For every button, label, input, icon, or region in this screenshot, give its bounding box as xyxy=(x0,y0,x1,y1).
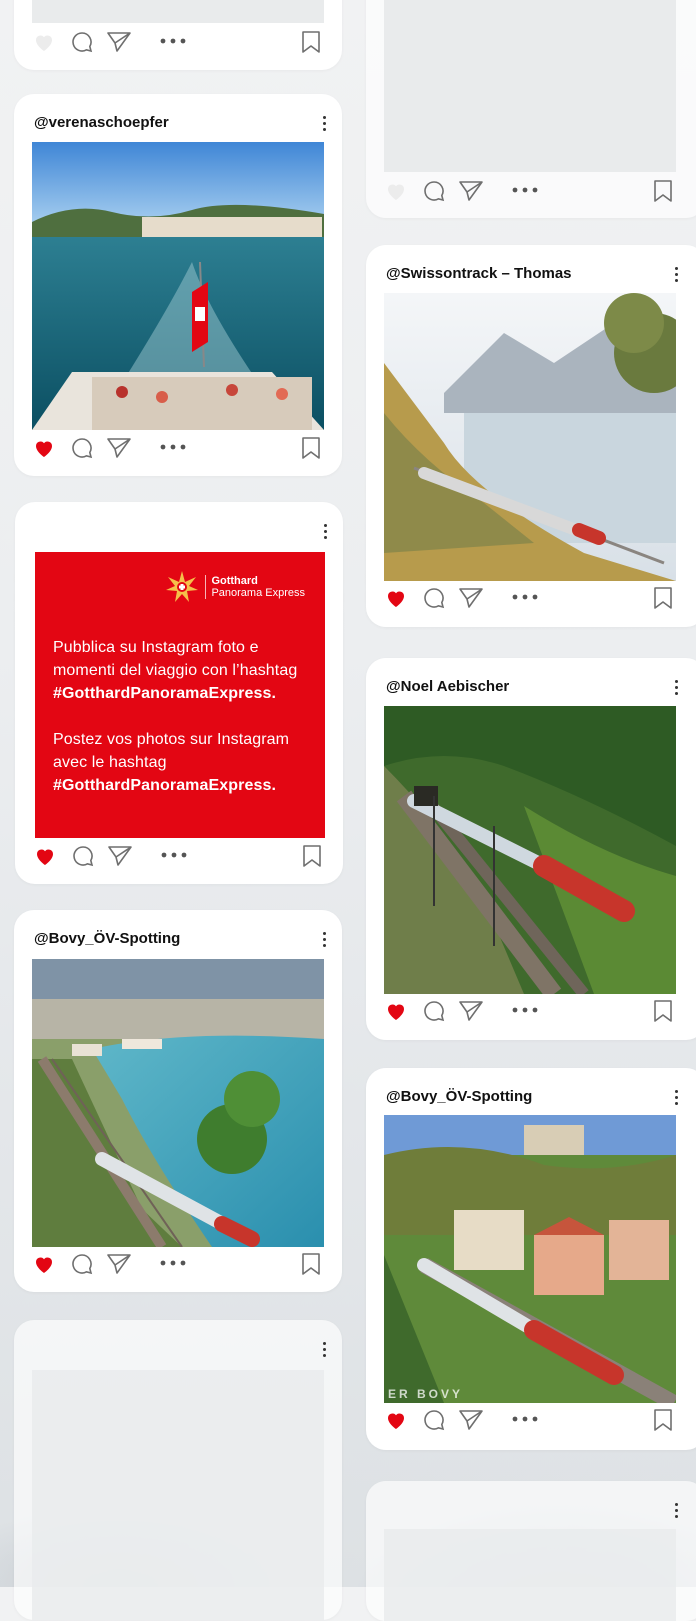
kebab-icon[interactable] xyxy=(674,680,678,696)
post-card-swissontrack: @Swissontrack – Thomas xyxy=(366,245,696,627)
heart-icon[interactable] xyxy=(384,179,408,203)
heart-icon[interactable] xyxy=(32,436,56,460)
bookmark-icon[interactable] xyxy=(652,179,674,203)
post-image-lake-train[interactable] xyxy=(32,959,324,1247)
promo-banner: Gotthard Panorama Express Pubblica su In… xyxy=(35,552,325,838)
post-image-placeholder xyxy=(32,0,324,23)
post-image-placeholder xyxy=(384,0,676,172)
heart-icon[interactable] xyxy=(32,1252,56,1276)
post-handle[interactable]: @verenaschoepfer xyxy=(34,114,169,131)
more-icon[interactable] xyxy=(510,1414,540,1424)
send-icon[interactable] xyxy=(458,179,484,203)
kebab-icon[interactable] xyxy=(323,524,327,540)
comment-icon[interactable] xyxy=(422,1408,446,1432)
send-icon[interactable] xyxy=(107,844,133,868)
logo-line2: Panorama Express xyxy=(211,587,305,599)
comment-icon[interactable] xyxy=(422,179,446,203)
post-image-placeholder xyxy=(384,1529,676,1621)
comment-icon[interactable] xyxy=(422,586,446,610)
kebab-icon[interactable] xyxy=(322,116,326,132)
post-image-lakeside-train[interactable] xyxy=(384,293,676,581)
more-icon[interactable] xyxy=(510,1005,540,1015)
logo-wordmark: Gotthard Panorama Express xyxy=(205,575,305,599)
promo-hashtag-fr: #GotthardPanoramaExpress. xyxy=(53,777,277,794)
post-image-lake-boat[interactable] xyxy=(32,142,324,430)
bookmark-icon[interactable] xyxy=(652,586,674,610)
comment-icon[interactable] xyxy=(70,436,94,460)
bookmark-icon[interactable] xyxy=(301,844,323,868)
heart-icon[interactable] xyxy=(33,844,57,868)
promo-text-it: Pubblica su Instagram foto e momenti del… xyxy=(53,639,298,679)
bookmark-icon[interactable] xyxy=(300,1252,322,1276)
bookmark-icon[interactable] xyxy=(300,30,322,54)
comment-icon[interactable] xyxy=(422,999,446,1023)
post-card-loading-right xyxy=(366,1481,696,1621)
more-icon[interactable] xyxy=(159,850,189,860)
post-card-partial-top-right xyxy=(366,0,696,218)
more-icon[interactable] xyxy=(158,1258,188,1268)
comment-icon[interactable] xyxy=(70,30,94,54)
post-handle[interactable]: @Bovy_ÖV-Spotting xyxy=(386,1088,532,1105)
more-icon[interactable] xyxy=(510,592,540,602)
promo-text: Pubblica su Instagram foto e momenti del… xyxy=(53,636,315,797)
post-card-loading-left xyxy=(14,1320,342,1620)
send-icon[interactable] xyxy=(458,999,484,1023)
post-image-village-train[interactable]: ER BOVY xyxy=(384,1115,676,1403)
post-image-placeholder xyxy=(32,1370,324,1620)
heart-icon[interactable] xyxy=(32,30,56,54)
send-icon[interactable] xyxy=(106,1252,132,1276)
logo-line1: Gotthard xyxy=(211,575,258,587)
post-handle[interactable]: @Bovy_ÖV-Spotting xyxy=(34,930,180,947)
heart-icon[interactable] xyxy=(384,1408,408,1432)
post-image-forest-train[interactable] xyxy=(384,706,676,994)
post-card-bovy-left: @Bovy_ÖV-Spotting xyxy=(14,910,342,1292)
post-card-bovy-right: @Bovy_ÖV-Spotting ER BOVY xyxy=(366,1068,696,1450)
send-icon[interactable] xyxy=(458,586,484,610)
more-icon[interactable] xyxy=(510,185,540,195)
send-icon[interactable] xyxy=(106,436,132,460)
post-handle[interactable]: @Noel Aebischer xyxy=(386,678,509,695)
comment-icon[interactable] xyxy=(70,1252,94,1276)
post-card-verenaschoepfer: @verenaschoepfer xyxy=(14,94,342,476)
post-card-partial-top-left xyxy=(14,0,342,70)
gotthard-logo: Gotthard Panorama Express xyxy=(165,570,305,604)
bookmark-icon[interactable] xyxy=(652,999,674,1023)
post-card-noel-aebischer: @Noel Aebischer xyxy=(366,658,696,1040)
kebab-icon[interactable] xyxy=(322,1342,326,1358)
more-icon[interactable] xyxy=(158,442,188,452)
kebab-icon[interactable] xyxy=(674,1090,678,1106)
send-icon[interactable] xyxy=(106,30,132,54)
promo-text-fr: Postez vos photos sur Instagram avec le … xyxy=(53,731,290,771)
more-icon[interactable] xyxy=(158,36,188,46)
bookmark-icon[interactable] xyxy=(652,1408,674,1432)
bookmark-icon[interactable] xyxy=(300,436,322,460)
star-logo-icon xyxy=(166,571,199,602)
heart-icon[interactable] xyxy=(384,999,408,1023)
heart-icon[interactable] xyxy=(384,586,408,610)
kebab-icon[interactable] xyxy=(674,1503,678,1519)
send-icon[interactable] xyxy=(458,1408,484,1432)
kebab-icon[interactable] xyxy=(322,932,326,948)
kebab-icon[interactable] xyxy=(674,267,678,283)
promo-hashtag-it: #GotthardPanoramaExpress. xyxy=(53,685,277,702)
photo-watermark: ER BOVY xyxy=(388,1387,464,1401)
post-handle[interactable]: @Swissontrack – Thomas xyxy=(386,265,572,282)
post-card-promo: Gotthard Panorama Express Pubblica su In… xyxy=(15,502,343,884)
comment-icon[interactable] xyxy=(71,844,95,868)
